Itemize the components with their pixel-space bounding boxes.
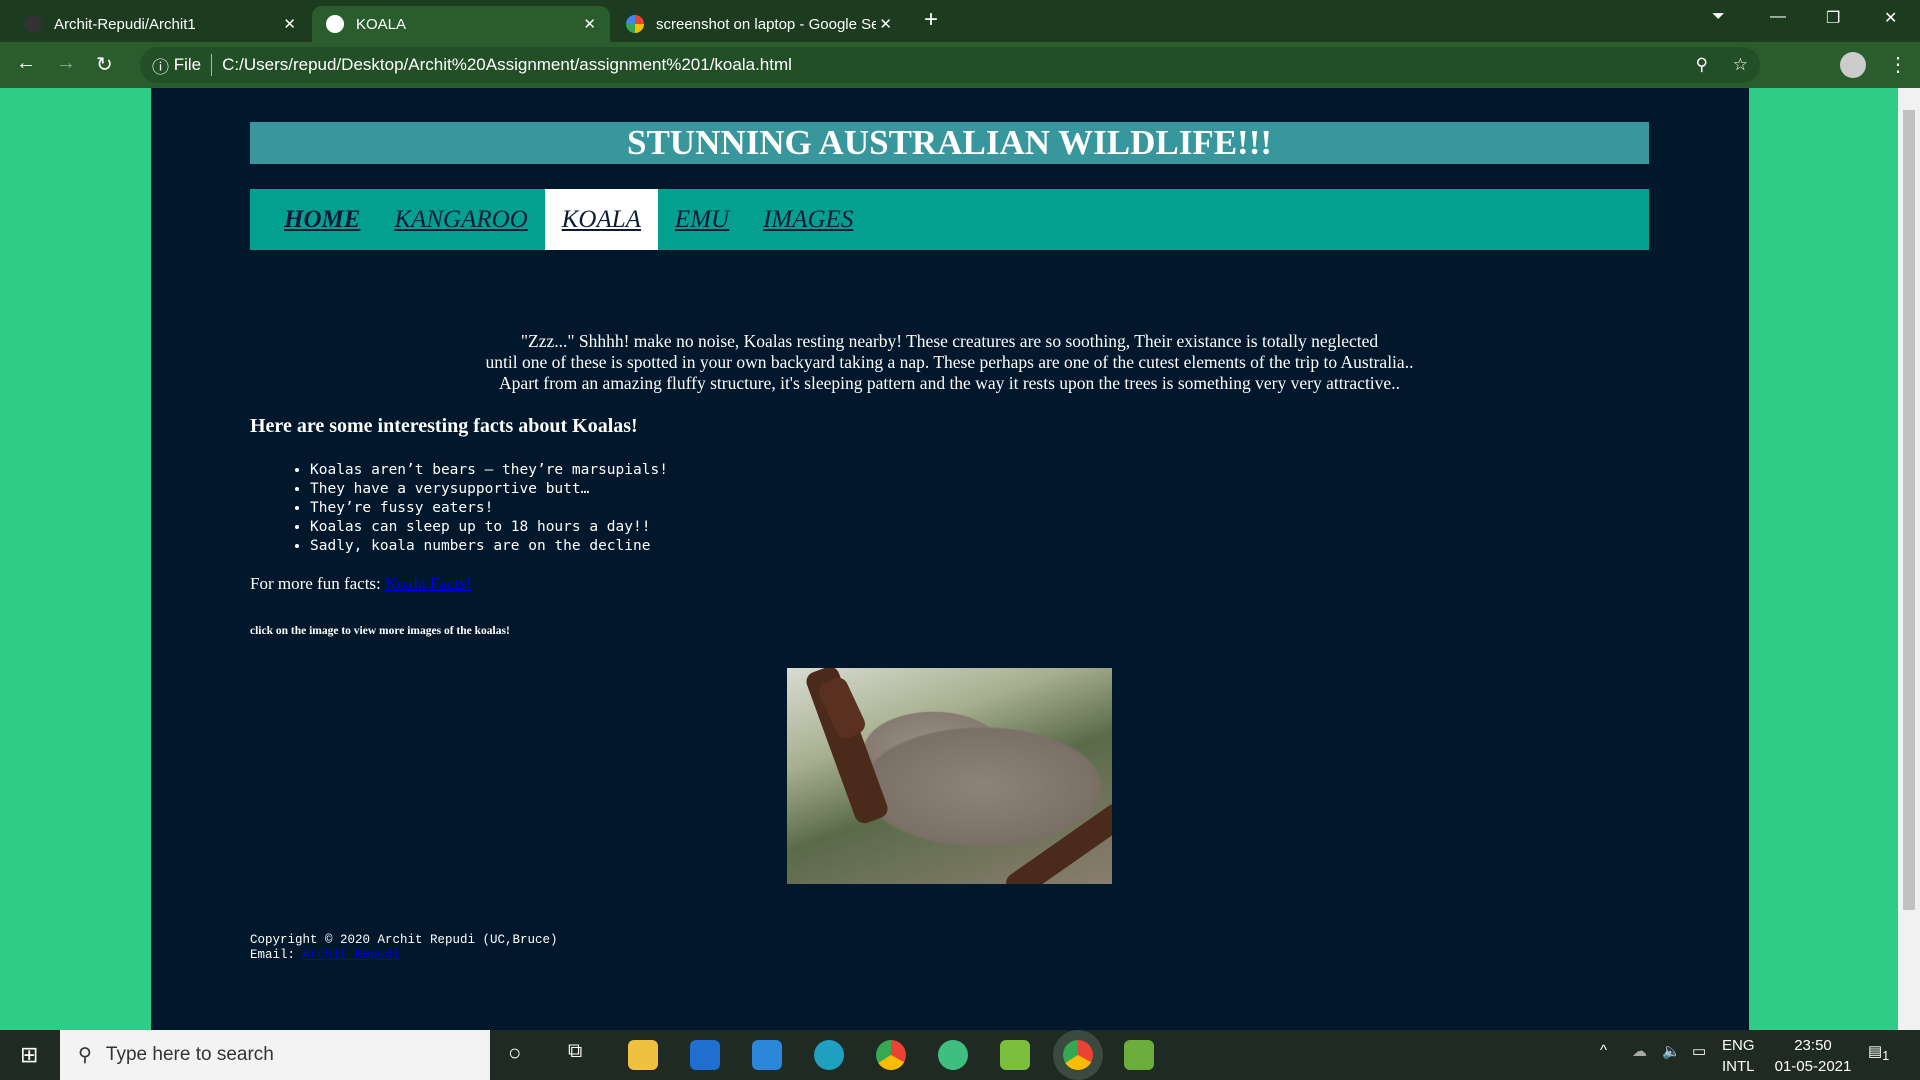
- email-row: Email: Archit Repudi: [250, 948, 558, 963]
- notification-count: 1: [1882, 1049, 1890, 1063]
- facts-heading: Here are some interesting facts about Ko…: [250, 415, 638, 437]
- nav-home[interactable]: HOME: [267, 189, 377, 250]
- close-tab-icon[interactable]: ✕: [583, 15, 596, 33]
- koala-facts-link[interactable]: Koala Facts!: [385, 574, 471, 593]
- nav-menu: HOME KANGAROO KOALA EMU IMAGES: [250, 189, 1649, 250]
- onedrive-icon[interactable]: ☁: [1632, 1042, 1647, 1060]
- globe-icon: [326, 15, 344, 33]
- cortana-icon[interactable]: ○: [508, 1040, 521, 1066]
- app-icon[interactable]: [1000, 1040, 1030, 1070]
- tab-bar: Archit-Repudi/Archit1 ✕ KOALA ✕ screensh…: [0, 0, 1920, 42]
- email-label: Email:: [250, 948, 296, 962]
- close-tab-icon[interactable]: ✕: [283, 15, 296, 33]
- tray-chevron-icon[interactable]: ^: [1600, 1042, 1607, 1059]
- facts-list: Koalas aren’t bears – they’re marsupials…: [290, 461, 668, 556]
- list-item: They’re fussy eaters!: [310, 499, 668, 518]
- scrollbar[interactable]: [1898, 88, 1920, 1030]
- language-indicator[interactable]: ENG INTL: [1722, 1035, 1755, 1077]
- new-tab-icon[interactable]: +: [924, 6, 938, 34]
- koala-image[interactable]: [787, 668, 1112, 884]
- intro-line: Apart from an amazing fluffy structure, …: [499, 373, 1400, 393]
- nav-koala[interactable]: KOALA: [544, 189, 658, 250]
- more-label: For more fun facts:: [250, 574, 381, 593]
- forward-icon[interactable]: →: [56, 52, 76, 75]
- browser-toolbar: ← → ↻ ⓘ File C:/Users/repud/Desktop/Arch…: [0, 42, 1920, 130]
- minimize-icon[interactable]: —: [1770, 8, 1786, 26]
- page-title: STUNNING AUSTRALIAN WILDLIFE!!!: [250, 122, 1649, 164]
- bookmark-star-icon[interactable]: ☆: [1733, 55, 1748, 75]
- zoom-icon[interactable]: ⚲: [1696, 55, 1708, 75]
- scrollbar-thumb[interactable]: [1903, 110, 1915, 910]
- chrome-icon[interactable]: [876, 1040, 906, 1070]
- clock[interactable]: 23:50 01-05-2021: [1768, 1035, 1858, 1077]
- nav-kangaroo[interactable]: KANGAROO: [377, 189, 544, 250]
- clock-date: 01-05-2021: [1774, 1058, 1852, 1075]
- store-icon[interactable]: [690, 1040, 720, 1070]
- list-item: Sadly, koala numbers are on the decline: [310, 537, 668, 556]
- intro-paragraph: "Zzz..." Shhhh! make no noise, Koalas re…: [250, 331, 1649, 394]
- task-view-icon[interactable]: ⧉: [568, 1040, 582, 1063]
- close-tab-icon[interactable]: ✕: [879, 15, 892, 33]
- profile-avatar[interactable]: [1840, 52, 1866, 78]
- address-bar[interactable]: ⓘ File C:/Users/repud/Desktop/Archit%20A…: [140, 47, 1760, 83]
- taskbar: ⊞ ⚲ Type here to search ○ ⧉ ^ ☁ 🔈 ▭ ENG …: [0, 1030, 1920, 1080]
- clock-time: 23:50: [1794, 1037, 1832, 1054]
- list-item: They have a verysupportive butt…: [310, 480, 668, 499]
- intro-line: "Zzz..." Shhhh! make no noise, Koalas re…: [520, 331, 1379, 351]
- chrome-active-icon[interactable]: [1063, 1040, 1093, 1070]
- menu-icon[interactable]: ⋮: [1888, 52, 1908, 77]
- volume-icon[interactable]: 🔈: [1662, 1042, 1681, 1060]
- info-icon[interactable]: ⓘ: [152, 53, 169, 78]
- footer: Copyright © 2020 Archit Repudi (UC,Bruce…: [250, 933, 558, 963]
- reload-icon[interactable]: ↻: [96, 52, 113, 77]
- taskbar-search[interactable]: ⚲ Type here to search: [60, 1030, 490, 1080]
- back-icon[interactable]: ←: [16, 52, 36, 75]
- tab-koala[interactable]: KOALA ✕: [312, 6, 610, 42]
- tab-github[interactable]: Archit-Repudi/Archit1 ✕: [10, 6, 310, 42]
- nav-images[interactable]: IMAGES: [746, 189, 870, 250]
- search-placeholder: Type here to search: [105, 1044, 274, 1065]
- tab-search-icon[interactable]: ⏷: [1712, 8, 1725, 26]
- google-icon: [626, 15, 644, 33]
- file-explorer-icon[interactable]: [628, 1040, 658, 1070]
- tab-title: Archit-Repudi/Archit1: [54, 15, 196, 33]
- search-icon: ⚲: [78, 1044, 92, 1066]
- battery-icon[interactable]: ▭: [1692, 1042, 1706, 1060]
- edge-icon[interactable]: [814, 1040, 844, 1070]
- mail-icon[interactable]: [752, 1040, 782, 1070]
- maximize-icon[interactable]: ❐: [1826, 8, 1840, 28]
- github-icon: [24, 15, 42, 33]
- atom-icon[interactable]: [938, 1040, 968, 1070]
- intro-line: until one of these is spotted in your ow…: [485, 352, 1414, 372]
- notifications-icon[interactable]: ▤1: [1868, 1042, 1889, 1063]
- windows-start-icon[interactable]: ⊞: [20, 1042, 38, 1068]
- notepad-icon[interactable]: [1124, 1040, 1154, 1070]
- url-prefix: File: [173, 55, 202, 74]
- copyright: Copyright © 2020 Archit Repudi (UC,Bruce…: [250, 933, 558, 947]
- tab-title: screenshot on laptop - Google Se: [656, 15, 876, 33]
- lang-primary: ENG: [1722, 1037, 1755, 1054]
- close-window-icon[interactable]: ✕: [1884, 8, 1897, 28]
- url-text[interactable]: C:/Users/repud/Desktop/Archit%20Assignme…: [222, 55, 792, 75]
- list-item: Koalas can sleep up to 18 hours a day!!: [310, 518, 668, 537]
- email-link[interactable]: Archit Repudi: [303, 948, 401, 962]
- more-facts: For more fun facts: Koala Facts!: [250, 574, 471, 594]
- tab-title: KOALA: [356, 15, 407, 33]
- nav-emu[interactable]: EMU: [658, 189, 746, 250]
- page-content: STUNNING AUSTRALIAN WILDLIFE!!! HOME KAN…: [151, 88, 1749, 1030]
- lang-secondary: INTL: [1722, 1058, 1755, 1075]
- click-note: click on the image to view more images o…: [250, 625, 510, 637]
- tab-google[interactable]: screenshot on laptop - Google Se ✕: [612, 6, 906, 42]
- list-item: Koalas aren’t bears – they’re marsupials…: [310, 461, 668, 480]
